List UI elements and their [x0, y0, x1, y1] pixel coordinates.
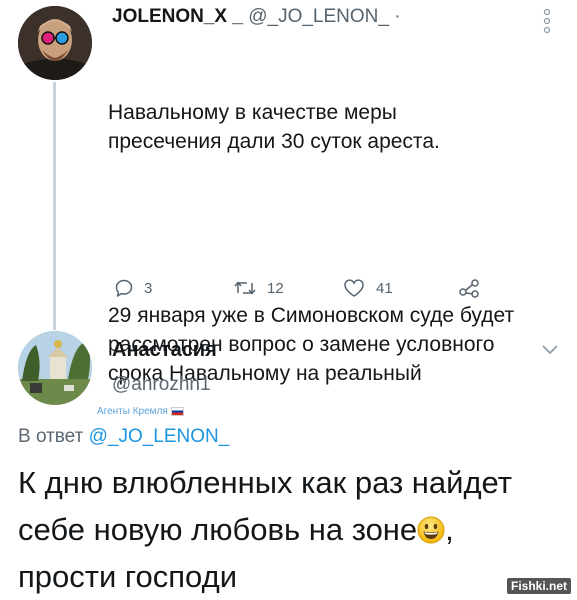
- avatar[interactable]: [18, 6, 92, 80]
- user-handle[interactable]: @anrozhn1: [112, 374, 211, 396]
- reply-context: В ответ @_JO_LENON_: [18, 426, 229, 448]
- avatar[interactable]: [18, 331, 92, 405]
- like-button[interactable]: 41: [342, 276, 393, 300]
- share-button[interactable]: [458, 276, 480, 300]
- reply-mention-link[interactable]: @_JO_LENON_: [89, 426, 230, 447]
- account-label: Агенты Кремля: [97, 406, 184, 417]
- separator-dot: ·: [394, 6, 401, 27]
- avatar-image: [18, 331, 92, 405]
- share-icon: [459, 279, 479, 298]
- heart-icon: [344, 279, 364, 297]
- avatar-image: [18, 6, 92, 80]
- reply-prefix: В ответ: [18, 426, 84, 447]
- watermark: Fishki.net: [506, 578, 571, 594]
- russian-flag-icon: [170, 407, 184, 416]
- retweet-button[interactable]: 12: [233, 276, 284, 300]
- thread-line: [53, 82, 56, 330]
- reply-button[interactable]: 3: [114, 276, 152, 300]
- user-handle[interactable]: @_JO_LENON_: [248, 6, 389, 27]
- reply-count: 3: [144, 279, 153, 297]
- tweet-text: К дню влюбленных как раз найдет себе нов…: [18, 459, 558, 600]
- reply-icon: [115, 279, 133, 297]
- retweet-icon: [234, 281, 256, 295]
- grinning-face-emoji-icon: [417, 510, 445, 544]
- chevron-down-icon[interactable]: [541, 343, 559, 355]
- account-label-text: Агенты Кремля: [97, 406, 168, 417]
- display-name[interactable]: JOLENON_X _: [112, 6, 243, 27]
- tweet-header: JOLENON_X _ @_JO_LENON_ ·: [112, 6, 401, 28]
- retweet-count: 12: [267, 279, 284, 297]
- like-count: 41: [376, 279, 393, 297]
- display-name[interactable]: Анастасия: [112, 339, 217, 362]
- more-options-icon[interactable]: [542, 8, 552, 36]
- tweet-paragraph: Навальному в качестве меры пресечения да…: [108, 101, 440, 153]
